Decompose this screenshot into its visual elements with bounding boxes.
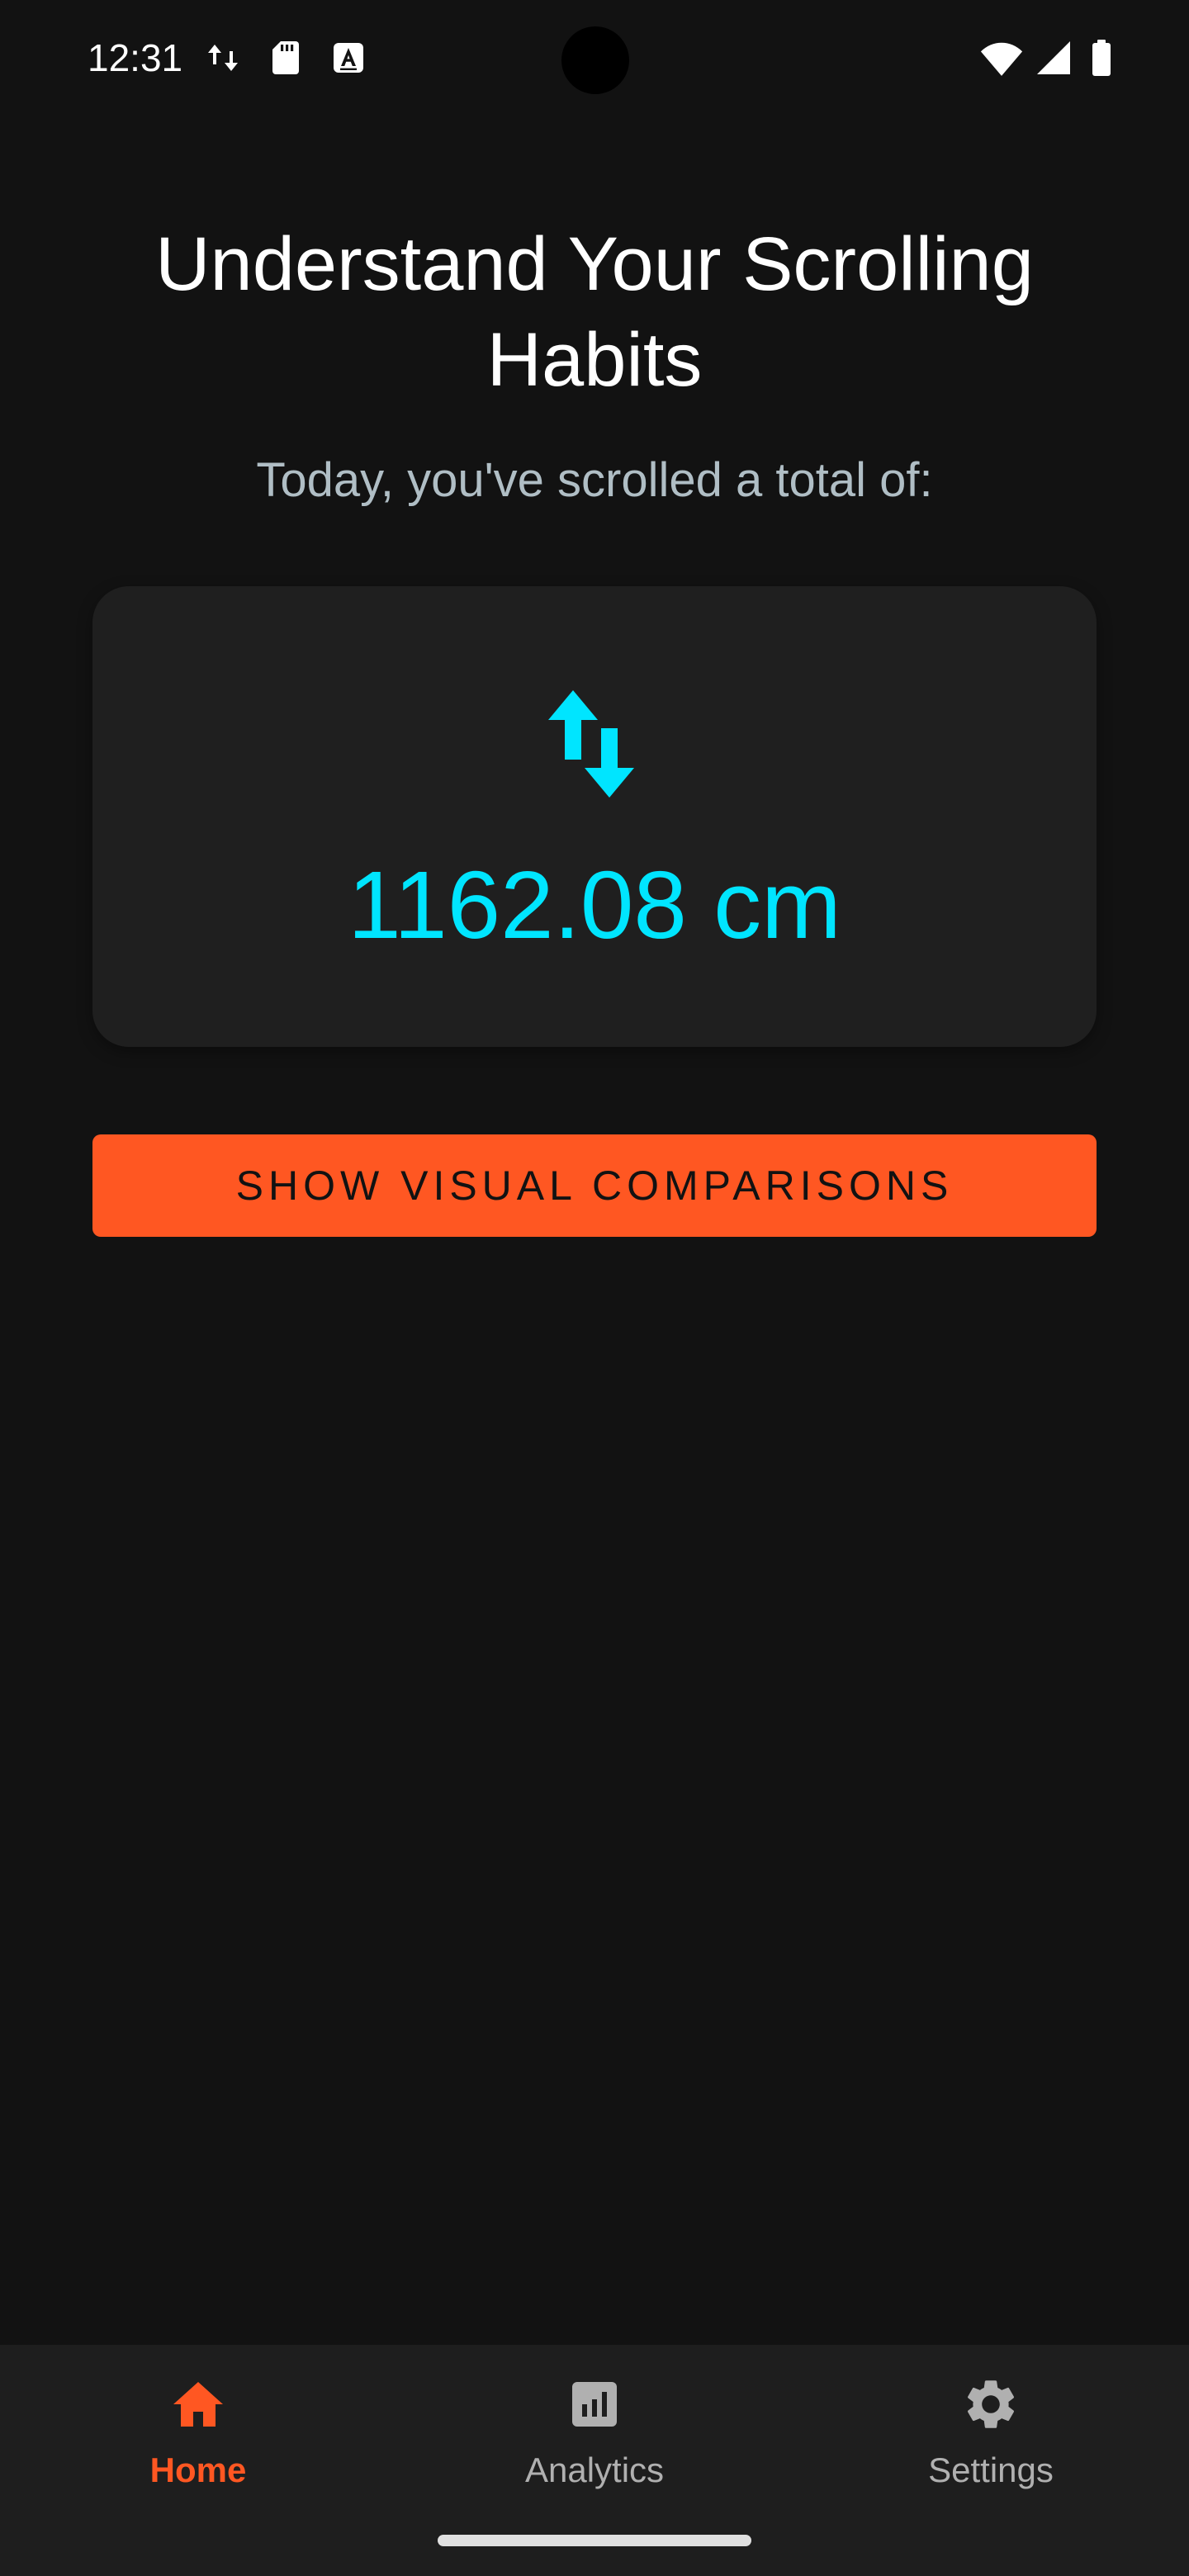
nav-label-analytics: Analytics <box>524 2451 665 2489</box>
font-badge-icon <box>334 43 363 73</box>
gear-icon <box>967 2380 1015 2428</box>
gesture-navigation-handle[interactable] <box>438 2535 751 2546</box>
data-transfer-icon <box>208 45 238 71</box>
cellular-signal-icon <box>1037 41 1070 74</box>
sd-card-icon <box>272 41 299 74</box>
show-visual-comparisons-button[interactable]: SHOW VISUAL COMPARISONS <box>92 1134 1097 1237</box>
analytics-icon <box>572 2382 617 2427</box>
scroll-distance-card <box>92 586 1097 1047</box>
status-time: 12:31 <box>88 36 183 79</box>
swap-vertical-icon <box>548 690 634 798</box>
nav-label-settings: Settings <box>928 2451 1054 2489</box>
nav-label-home: Home <box>149 2451 247 2489</box>
page-subtitle: Today, you've scrolled a total of: <box>256 453 933 507</box>
battery-icon <box>1092 40 1111 76</box>
page-title: Understand Your Scrolling Habits <box>155 222 1034 402</box>
wifi-icon <box>980 42 1023 76</box>
nav-item-settings[interactable]: Settings <box>793 2361 1189 2510</box>
nav-item-home[interactable]: Home <box>0 2361 396 2510</box>
status-bar: 12:31 <box>0 0 1189 116</box>
scroll-distance-value: 1162.08 cm <box>348 851 841 959</box>
camera-cutout <box>561 26 629 94</box>
home-icon <box>173 2382 223 2427</box>
nav-item-analytics[interactable]: Analytics <box>396 2361 793 2510</box>
